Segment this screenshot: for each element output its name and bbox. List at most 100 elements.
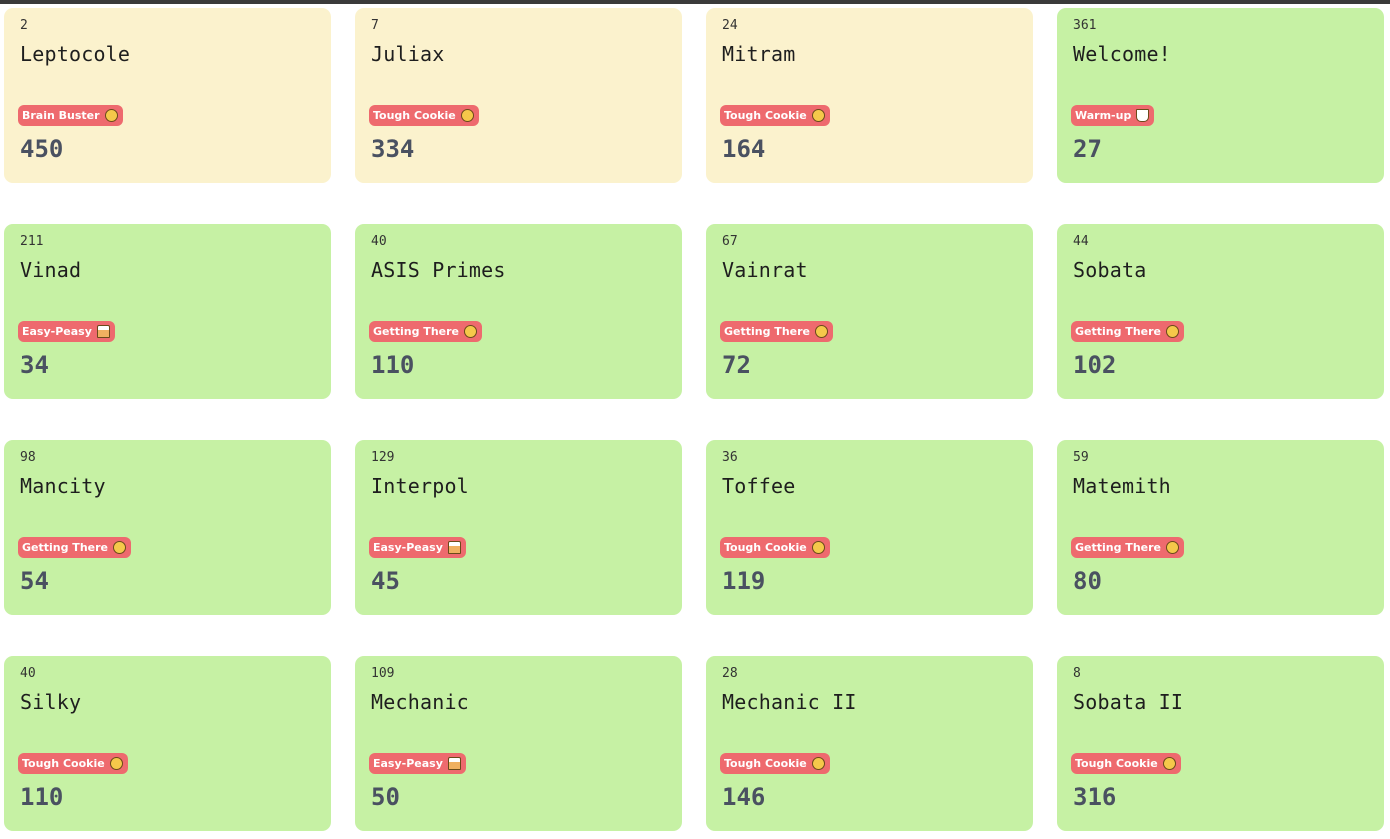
difficulty-badge: Easy-Peasy bbox=[18, 321, 115, 342]
difficulty-badge: Getting There bbox=[18, 537, 131, 558]
challenge-card[interactable]: 109 Mechanic Easy-Peasy 50 bbox=[355, 656, 682, 831]
challenge-points: 146 bbox=[722, 783, 766, 811]
solve-count: 8 bbox=[1073, 666, 1081, 681]
top-border bbox=[0, 0, 1390, 4]
challenge-name: Vainrat bbox=[722, 258, 808, 282]
weary-face-emoji-icon bbox=[811, 541, 825, 554]
challenge-card[interactable]: 40 ASIS Primes Getting There 110 bbox=[355, 224, 682, 399]
challenge-name: Mancity bbox=[20, 474, 106, 498]
solve-count: 67 bbox=[722, 234, 738, 249]
nerd-face-emoji-icon bbox=[1166, 541, 1179, 554]
difficulty-label: Tough Cookie bbox=[22, 757, 105, 770]
challenge-card[interactable]: 44 Sobata Getting There 102 bbox=[1057, 224, 1384, 399]
difficulty-label: Easy-Peasy bbox=[373, 757, 443, 770]
solve-count: 40 bbox=[371, 234, 387, 249]
difficulty-label: Getting There bbox=[1075, 541, 1161, 554]
solve-count: 98 bbox=[20, 450, 36, 465]
difficulty-label: Getting There bbox=[1075, 325, 1161, 338]
challenge-points: 110 bbox=[20, 783, 64, 811]
hot-beverage-emoji-icon bbox=[1136, 109, 1150, 122]
challenge-card[interactable]: 40 Silky Tough Cookie 110 bbox=[4, 656, 331, 831]
challenge-name: Welcome! bbox=[1073, 42, 1171, 66]
difficulty-badge: Tough Cookie bbox=[369, 105, 479, 126]
solve-count: 24 bbox=[722, 18, 738, 33]
solve-count: 59 bbox=[1073, 450, 1089, 465]
challenge-points: 72 bbox=[722, 351, 751, 379]
solve-count: 109 bbox=[371, 666, 395, 681]
nerd-face-emoji-icon bbox=[815, 325, 828, 338]
challenge-name: Leptocole bbox=[20, 42, 131, 66]
challenge-card[interactable]: 129 Interpol Easy-Peasy 45 bbox=[355, 440, 682, 615]
challenge-card[interactable]: 211 Vinad Easy-Peasy 34 bbox=[4, 224, 331, 399]
challenge-points: 164 bbox=[722, 135, 766, 163]
challenge-card[interactable]: 59 Matemith Getting There 80 bbox=[1057, 440, 1384, 615]
solve-count: 40 bbox=[20, 666, 36, 681]
difficulty-badge: Easy-Peasy bbox=[369, 753, 466, 774]
difficulty-badge: Getting There bbox=[1071, 537, 1184, 558]
challenge-name: Interpol bbox=[371, 474, 469, 498]
challenge-name: ASIS Primes bbox=[371, 258, 506, 282]
mind-blown-emoji-icon bbox=[104, 109, 118, 122]
difficulty-badge: Getting There bbox=[720, 321, 833, 342]
solve-count: 36 bbox=[722, 450, 738, 465]
difficulty-badge: Tough Cookie bbox=[720, 753, 830, 774]
cake-emoji-icon bbox=[447, 541, 461, 554]
challenge-card[interactable]: 2 Leptocole Brain Buster 450 bbox=[4, 8, 331, 183]
weary-face-emoji-icon bbox=[460, 109, 474, 122]
challenge-card[interactable]: 7 Juliax Tough Cookie 334 bbox=[355, 8, 682, 183]
challenge-card[interactable]: 24 Mitram Tough Cookie 164 bbox=[706, 8, 1033, 183]
challenge-card[interactable]: 98 Mancity Getting There 54 bbox=[4, 440, 331, 615]
difficulty-label: Easy-Peasy bbox=[22, 325, 92, 338]
difficulty-badge: Tough Cookie bbox=[720, 105, 830, 126]
challenge-points: 119 bbox=[722, 567, 766, 595]
challenge-card[interactable]: 67 Vainrat Getting There 72 bbox=[706, 224, 1033, 399]
challenge-points: 45 bbox=[371, 567, 400, 595]
challenge-points: 102 bbox=[1073, 351, 1117, 379]
difficulty-badge: Easy-Peasy bbox=[369, 537, 466, 558]
cake-emoji-icon bbox=[96, 325, 110, 338]
challenge-points: 450 bbox=[20, 135, 64, 163]
challenge-card[interactable]: 361 Welcome! Warm-up 27 bbox=[1057, 8, 1384, 183]
difficulty-label: Easy-Peasy bbox=[373, 541, 443, 554]
difficulty-badge: Tough Cookie bbox=[720, 537, 830, 558]
challenge-name: Juliax bbox=[371, 42, 445, 66]
challenge-name: Matemith bbox=[1073, 474, 1171, 498]
difficulty-label: Tough Cookie bbox=[724, 109, 807, 122]
difficulty-label: Getting There bbox=[724, 325, 810, 338]
challenge-name: Mitram bbox=[722, 42, 796, 66]
challenge-points: 34 bbox=[20, 351, 49, 379]
solve-count: 361 bbox=[1073, 18, 1097, 33]
difficulty-badge: Brain Buster bbox=[18, 105, 123, 126]
challenge-name: Silky bbox=[20, 690, 82, 714]
challenge-card[interactable]: 36 Toffee Tough Cookie 119 bbox=[706, 440, 1033, 615]
solve-count: 129 bbox=[371, 450, 395, 465]
challenge-points: 334 bbox=[371, 135, 415, 163]
difficulty-label: Tough Cookie bbox=[1075, 757, 1158, 770]
nerd-face-emoji-icon bbox=[113, 541, 126, 554]
challenge-points: 54 bbox=[20, 567, 49, 595]
challenge-points: 110 bbox=[371, 351, 415, 379]
challenge-name: Sobata bbox=[1073, 258, 1147, 282]
solve-count: 211 bbox=[20, 234, 44, 249]
challenge-points: 80 bbox=[1073, 567, 1102, 595]
challenge-name: Sobata II bbox=[1073, 690, 1184, 714]
challenge-name: Mechanic II bbox=[722, 690, 857, 714]
challenge-card[interactable]: 28 Mechanic II Tough Cookie 146 bbox=[706, 656, 1033, 831]
difficulty-label: Tough Cookie bbox=[724, 541, 807, 554]
difficulty-badge: Getting There bbox=[1071, 321, 1184, 342]
weary-face-emoji-icon bbox=[811, 757, 825, 770]
challenge-points: 27 bbox=[1073, 135, 1102, 163]
difficulty-badge: Tough Cookie bbox=[18, 753, 128, 774]
difficulty-label: Warm-up bbox=[1075, 109, 1132, 122]
challenge-points: 50 bbox=[371, 783, 400, 811]
challenge-name: Vinad bbox=[20, 258, 82, 282]
nerd-face-emoji-icon bbox=[464, 325, 477, 338]
weary-face-emoji-icon bbox=[109, 757, 123, 770]
challenge-points: 316 bbox=[1073, 783, 1117, 811]
challenge-card[interactable]: 8 Sobata II Tough Cookie 316 bbox=[1057, 656, 1384, 831]
difficulty-badge: Warm-up bbox=[1071, 105, 1155, 126]
challenge-grid: 2 Leptocole Brain Buster 450 7 Juliax Tough Co… bbox=[4, 8, 1384, 831]
difficulty-label: Tough Cookie bbox=[724, 757, 807, 770]
weary-face-emoji-icon bbox=[1162, 757, 1176, 770]
nerd-face-emoji-icon bbox=[1166, 325, 1179, 338]
